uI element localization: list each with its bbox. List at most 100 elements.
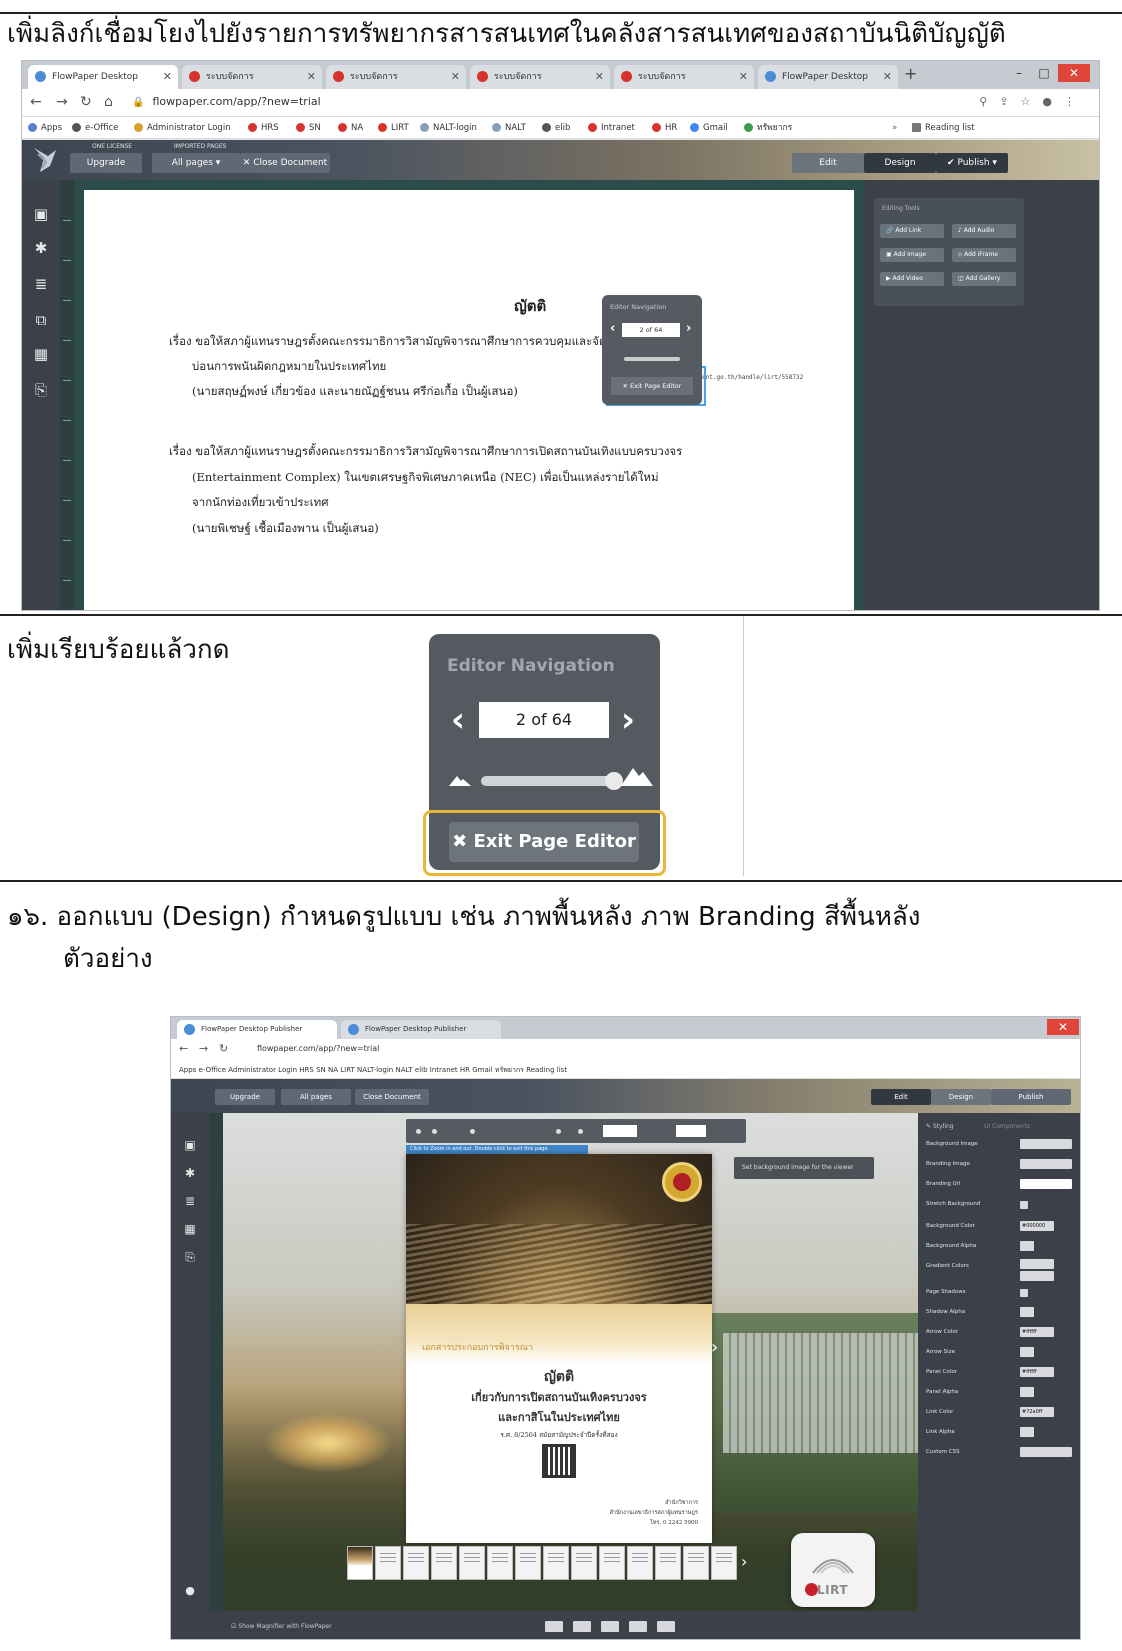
home-icon[interactable]: ⌂ — [104, 94, 113, 110]
flipbook-cover[interactable]: เอกสารประกอบการพิจารณา ญัตติ เกี่ยวกับกา… — [406, 1154, 712, 1543]
page-thumbnail[interactable] — [403, 1546, 429, 1580]
all-pages-select[interactable]: All pages ▾ — [152, 153, 240, 173]
all-pages-select[interactable]: All pages — [281, 1089, 351, 1105]
browser-tab[interactable]: FlowPaper Desktop Publisher — [341, 1020, 501, 1039]
bookmark-apps[interactable]: Apps — [28, 117, 62, 139]
page-thumbnail[interactable] — [599, 1546, 625, 1580]
page-thumbnail[interactable] — [655, 1546, 681, 1580]
bookmark-hrs[interactable]: HRS — [248, 117, 279, 139]
reading-list[interactable]: Reading list — [912, 117, 975, 139]
browser-tab[interactable]: ระบบจัดการ ✕ — [326, 65, 466, 89]
background-image-browse-button[interactable] — [1020, 1139, 1072, 1149]
share-icon[interactable] — [432, 1129, 437, 1134]
link-color-field[interactable]: #72a0ff — [1020, 1407, 1054, 1417]
page-number-field[interactable] — [603, 1125, 637, 1137]
list-icon[interactable]: ≣ — [32, 276, 50, 292]
view-phone-icon[interactable] — [601, 1621, 619, 1632]
url-field[interactable]: 🔒 flowpaper.com/app/?new=trial — [132, 95, 321, 108]
background-alpha-field[interactable] — [1020, 1241, 1034, 1251]
search-field[interactable] — [676, 1125, 706, 1137]
zoom-slider[interactable] — [624, 357, 680, 361]
bookmark-hr[interactable]: HR — [652, 117, 677, 139]
view-wide-icon[interactable] — [629, 1621, 647, 1632]
maximize-icon[interactable]: □ — [1032, 64, 1056, 82]
page-number-field[interactable]: 2 of 64 — [622, 323, 680, 337]
browser-tab[interactable]: FlowPaper Desktop ✕ — [758, 65, 898, 89]
forward-icon[interactable]: → — [56, 94, 68, 110]
exit-page-editor-button[interactable]: ✖ Exit Page Editor — [449, 822, 639, 862]
close-icon[interactable]: ✕ — [163, 65, 172, 89]
bookmark-lirt[interactable]: LIRT — [378, 117, 409, 139]
document-icon[interactable]: ▣ — [181, 1137, 199, 1153]
bookmark-sn[interactable]: SN — [296, 117, 321, 139]
close-icon[interactable]: ✕ — [595, 65, 604, 89]
zoom-slider-handle[interactable] — [470, 1129, 475, 1134]
page-number-field[interactable]: 2 of 64 — [479, 702, 609, 738]
zoom-out-mountain-icon[interactable] — [449, 772, 471, 786]
bookmark-na[interactable]: NA — [338, 117, 363, 139]
gear-icon[interactable]: ✱ — [32, 240, 50, 256]
browser-tab[interactable]: FlowPaper Desktop Publisher — [177, 1020, 337, 1039]
close-icon[interactable]: ✕ — [739, 65, 748, 89]
exit-page-editor-button[interactable]: ✕ Exit Page Editor — [611, 377, 693, 395]
add-video-button[interactable]: ▶ Add Video — [880, 272, 944, 286]
bookmark-nalt-login[interactable]: NALT-login — [420, 117, 477, 139]
prev-page-icon[interactable]: ‹ — [451, 700, 465, 740]
document-icon[interactable]: ▣ — [32, 206, 50, 222]
bookmark-admin-login[interactable]: Administrator Login — [134, 117, 231, 139]
window-close-icon[interactable]: ✕ — [1058, 64, 1090, 82]
background-color-field[interactable]: #000000 — [1020, 1221, 1054, 1231]
thumbnail-next-icon[interactable]: › — [741, 1552, 747, 1571]
reload-icon[interactable]: ↻ — [80, 94, 92, 110]
link-alpha-field[interactable] — [1020, 1427, 1034, 1437]
back-icon[interactable]: ← — [179, 1042, 188, 1055]
more-bookmarks-icon[interactable]: » — [892, 117, 897, 139]
page-thumbnail[interactable] — [571, 1546, 597, 1580]
close-icon[interactable]: ✕ — [307, 65, 316, 89]
address-bar-icons[interactable]: ⚲⇪☆●⋮ — [979, 95, 1087, 108]
branding-url-input[interactable] — [1020, 1179, 1072, 1189]
gradient-color-2[interactable] — [1020, 1271, 1054, 1281]
prev-page-icon[interactable] — [578, 1129, 583, 1134]
url-field[interactable]: flowpaper.com/app/?new=trial — [257, 1044, 379, 1053]
window-close-icon[interactable]: ✕ — [1047, 1019, 1079, 1035]
page-thumbnail[interactable] — [627, 1546, 653, 1580]
fullscreen-icon[interactable] — [556, 1129, 561, 1134]
add-audio-button[interactable]: ♪ Add Audio — [952, 224, 1016, 238]
export-icon[interactable]: ⎘ — [181, 1249, 199, 1265]
grid-icon[interactable]: ▦ — [181, 1221, 199, 1237]
browser-tab[interactable]: ระบบจัดการ ✕ — [614, 65, 754, 89]
edit-button[interactable]: Edit — [792, 153, 864, 173]
prev-page-icon[interactable]: ‹ — [610, 321, 615, 336]
list-icon[interactable]: ≣ — [181, 1193, 199, 1209]
stretch-background-checkbox[interactable] — [1020, 1201, 1028, 1209]
ui-components-tab[interactable]: UI Components — [984, 1123, 1030, 1130]
panel-color-field[interactable]: #ffffff — [1020, 1367, 1054, 1377]
browser-tab[interactable]: ระบบจัดการ ✕ — [470, 65, 610, 89]
upgrade-button[interactable]: Upgrade — [70, 153, 142, 173]
publish-button[interactable]: Publish — [991, 1089, 1071, 1105]
grid-icon[interactable]: ▦ — [32, 346, 50, 362]
edit-button[interactable]: Edit — [871, 1089, 931, 1105]
add-image-button[interactable]: ▣ Add Image — [880, 248, 944, 262]
bookmark-nalt[interactable]: NALT — [492, 117, 526, 139]
page-shadows-checkbox[interactable] — [1020, 1289, 1028, 1297]
reload-icon[interactable]: ↻ — [219, 1042, 228, 1055]
page-thumbnail[interactable] — [347, 1546, 373, 1580]
view-tablet-icon[interactable] — [573, 1621, 591, 1632]
upgrade-button[interactable]: Upgrade — [215, 1089, 275, 1105]
next-page-icon[interactable]: › — [686, 321, 691, 336]
page-thumbnail[interactable] — [487, 1546, 513, 1580]
new-tab-icon[interactable]: + — [904, 64, 917, 83]
gear-icon[interactable]: ✱ — [181, 1165, 199, 1181]
arrow-size-field[interactable] — [1020, 1347, 1034, 1357]
bookmark-intranet[interactable]: Intranet — [588, 117, 635, 139]
bookmark-resources[interactable]: ทรัพยากร — [744, 117, 792, 139]
next-page-icon[interactable]: › — [621, 700, 635, 740]
menu-icon[interactable] — [416, 1129, 421, 1134]
branding-image-browse-button[interactable] — [1020, 1159, 1072, 1169]
design-button[interactable]: Design — [864, 153, 936, 173]
zoom-slider[interactable] — [481, 776, 613, 786]
view-desktop-icon[interactable] — [545, 1621, 563, 1632]
page-thumbnail[interactable] — [375, 1546, 401, 1580]
